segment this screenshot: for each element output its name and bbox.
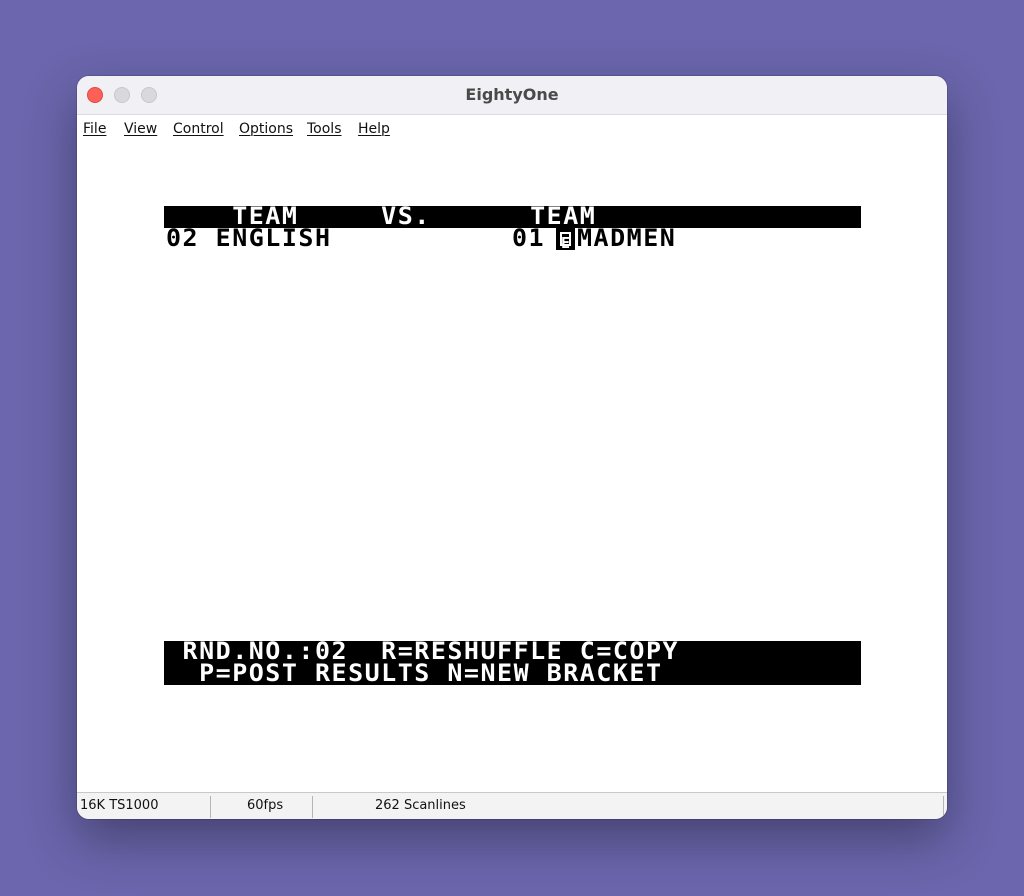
status-fps: 60fps — [247, 798, 284, 813]
footer-line-2: P=POST RESULTS N=NEW BRACKET — [166, 659, 663, 687]
status-scanlines: 262 Scanlines — [375, 798, 466, 813]
menu-control[interactable]: Control — [173, 121, 224, 137]
status-machine: 16K TS1000 — [80, 798, 159, 813]
menu-help[interactable]: Help — [358, 121, 390, 137]
window-title: EightyOne — [465, 85, 559, 104]
status-divider — [312, 796, 313, 818]
status-divider — [210, 796, 211, 818]
menu-bar: File View Control Options Tools Help — [77, 115, 947, 141]
title-bar: EightyOne — [77, 76, 947, 115]
menu-view[interactable]: View — [124, 121, 157, 137]
match-right-score: 01 — [512, 224, 546, 252]
status-bar: 16K TS1000 60fps 262 Scanlines — [77, 792, 947, 819]
menu-file[interactable]: File — [83, 121, 106, 137]
match-left-team: 02 ENGLISH — [166, 224, 332, 252]
match-right-team: MADMEN — [577, 224, 677, 252]
emulator-display[interactable]: TEAM VS. TEAM 02 ENGLISH 01 E MADMEN RND… — [77, 141, 947, 793]
menu-tools[interactable]: Tools — [307, 121, 342, 137]
input-cursor: E — [556, 228, 575, 252]
cursor-letter: E — [560, 234, 571, 252]
menu-options[interactable]: Options — [239, 121, 293, 137]
emulator-window: EightyOne File View Control Options Tool… — [77, 76, 947, 819]
status-divider — [943, 796, 944, 818]
